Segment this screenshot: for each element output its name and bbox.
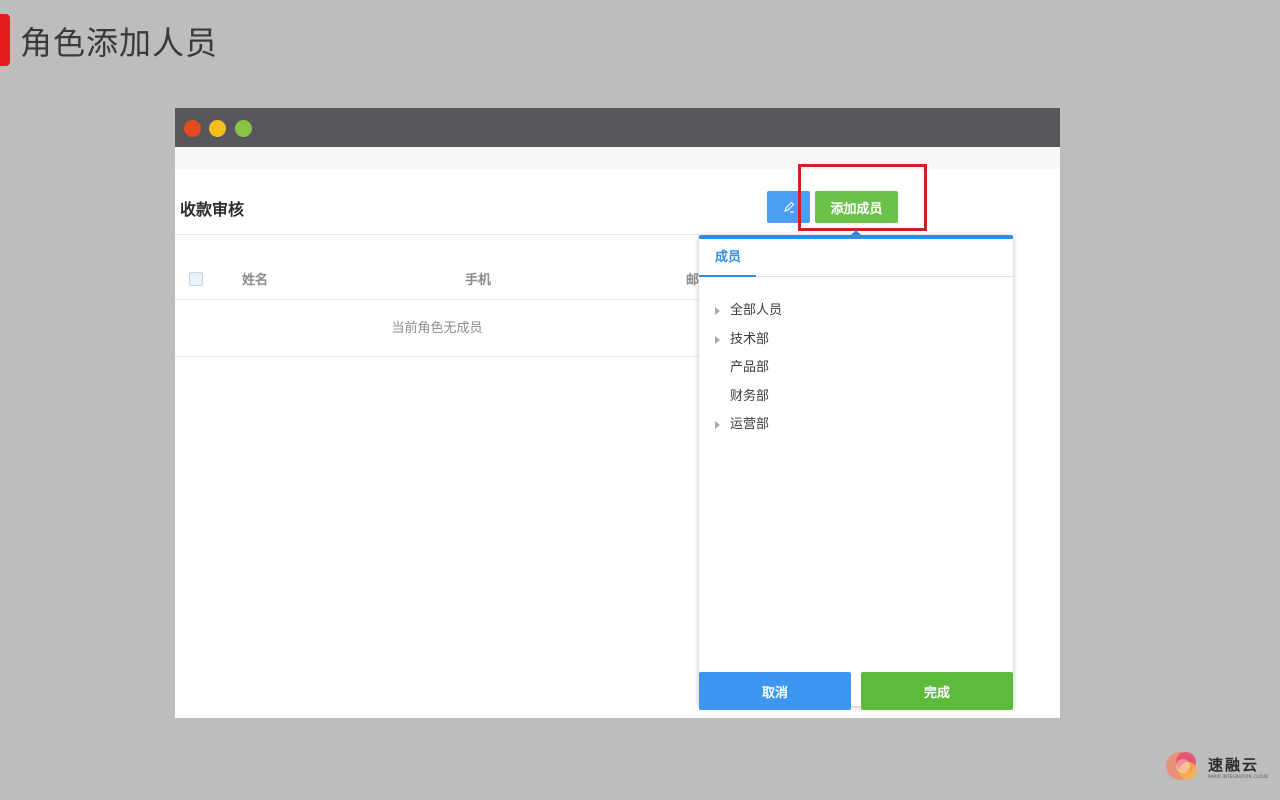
tree-item-label: 产品部: [730, 360, 770, 375]
table-header: 姓名 手机 邮: [175, 248, 699, 300]
slide-title: 角色添加人员: [20, 24, 219, 62]
popover-tabbar: 成员: [699, 239, 1013, 277]
maximize-window-dot[interactable]: [235, 120, 252, 137]
brand-name: 速融云: [1208, 756, 1260, 774]
tree-item-finance-dept[interactable]: 财务部: [699, 383, 1013, 412]
tree-item-tech-dept[interactable]: 技术部: [699, 326, 1013, 355]
expand-arrow-icon[interactable]: [715, 421, 720, 429]
done-button[interactable]: 完成: [861, 672, 1013, 710]
column-header-email[interactable]: 邮: [686, 269, 699, 288]
brand-subtitle: RAPID INTEGRATION CLOUD: [1208, 774, 1269, 779]
expand-arrow-icon[interactable]: [715, 335, 720, 344]
empty-table-message: 当前角色无成员: [175, 300, 699, 357]
highlight-annotation-box: [798, 164, 927, 231]
tree-item-label: 财务部: [730, 388, 770, 404]
select-all-checkbox[interactable]: [189, 272, 203, 286]
cancel-button[interactable]: 取消: [699, 672, 851, 710]
header-divider: [175, 234, 699, 235]
department-tree: 全部人员 技术部 产品部 财务部 运营部: [699, 297, 1013, 440]
tab-members[interactable]: 成员: [699, 239, 756, 277]
slide-accent-bar: [0, 14, 10, 66]
tree-item-label: 全部人员: [730, 303, 783, 318]
brand-mark: 速融云 RAPID INTEGRATION CLOUD: [1164, 746, 1274, 786]
minimize-window-dot[interactable]: [209, 120, 226, 137]
member-picker-popover: 成员 全部人员 技术部 产品部 财务部 运营部 取消 完成: [699, 235, 1013, 710]
brand-logo-icon: [1166, 752, 1197, 780]
tree-item-all-staff[interactable]: 全部人员: [699, 297, 1013, 326]
close-window-dot[interactable]: [184, 120, 201, 137]
app-window: 收款审核 添加成员 姓名 手机 邮 当前角色无成员 成员 全部人员 技术部 产品…: [175, 108, 1060, 718]
column-header-phone[interactable]: 手机: [465, 269, 491, 288]
column-header-name[interactable]: 姓名: [242, 269, 268, 288]
slide: 角色添加人员 收款审核 添加成员 姓名 手机 邮 当前角色无成员 成员 全部人员…: [0, 0, 1280, 800]
tree-item-operations-dept[interactable]: 运营部: [699, 411, 1013, 440]
page-title: 收款审核: [180, 200, 245, 219]
expand-arrow-icon[interactable]: [715, 307, 720, 315]
window-titlebar: [175, 108, 1060, 147]
tree-item-label: 运营部: [730, 417, 770, 432]
tree-item-product-dept[interactable]: 产品部: [699, 354, 1013, 383]
tree-item-label: 技术部: [730, 331, 770, 347]
pencil-icon: [783, 201, 794, 213]
window-top-strip: [175, 147, 1060, 169]
